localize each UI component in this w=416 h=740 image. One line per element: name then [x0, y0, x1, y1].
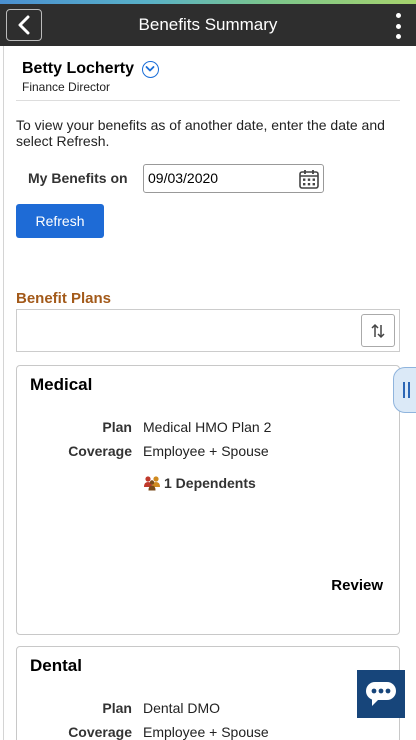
divider	[16, 100, 400, 101]
plan-value: Medical HMO Plan 2	[143, 419, 272, 435]
dependents-count: 1 Dependents	[164, 475, 256, 491]
benefits-date-input[interactable]	[148, 170, 288, 186]
dental-plan-card[interactable]: Dental Plan Dental DMO Coverage Employee…	[16, 646, 400, 740]
coverage-label: Coverage	[68, 443, 132, 459]
side-panel-tab[interactable]	[393, 367, 416, 413]
person-header: Betty Locherty Finance Director	[22, 60, 160, 95]
review-link[interactable]: Review	[331, 577, 383, 594]
benefit-plans-heading: Benefit Plans	[16, 290, 112, 307]
chevron-down-icon[interactable]	[142, 60, 160, 78]
left-edge-line	[3, 46, 4, 740]
dependents-link[interactable]: 1 Dependents	[143, 475, 256, 491]
coverage-label: Coverage	[68, 724, 132, 740]
sort-bar	[16, 309, 400, 352]
kebab-menu-icon[interactable]	[394, 13, 402, 39]
medical-plan-card[interactable]: Medical Plan Medical HMO Plan 2 Coverage…	[16, 365, 400, 635]
person-name: Betty Locherty	[22, 60, 135, 77]
chat-button[interactable]	[357, 670, 405, 718]
person-job-title: Finance Director	[22, 80, 111, 95]
page-title: Benefits Summary	[138, 15, 278, 34]
sort-icon	[371, 323, 385, 338]
dependents-icon	[144, 476, 160, 491]
benefits-date-label: My Benefits on	[28, 170, 128, 186]
chat-icon	[366, 682, 396, 706]
coverage-value: Employee + Spouse	[143, 443, 269, 459]
intro-text: To view your benefits as of another date…	[16, 117, 385, 149]
coverage-value: Employee + Spouse	[143, 724, 269, 740]
card-title: Dental	[30, 656, 82, 675]
sort-button[interactable]	[361, 314, 395, 347]
back-button[interactable]	[6, 9, 42, 41]
calendar-icon[interactable]	[298, 168, 320, 190]
refresh-button[interactable]: Refresh	[16, 204, 104, 238]
plan-value: Dental DMO	[143, 700, 221, 716]
chevron-left-icon	[18, 15, 30, 35]
app-header: Benefits Summary	[0, 4, 416, 46]
plan-label: Plan	[102, 700, 132, 716]
benefits-date-field[interactable]	[143, 164, 324, 193]
plan-label: Plan	[102, 419, 132, 435]
card-title: Medical	[30, 375, 93, 394]
